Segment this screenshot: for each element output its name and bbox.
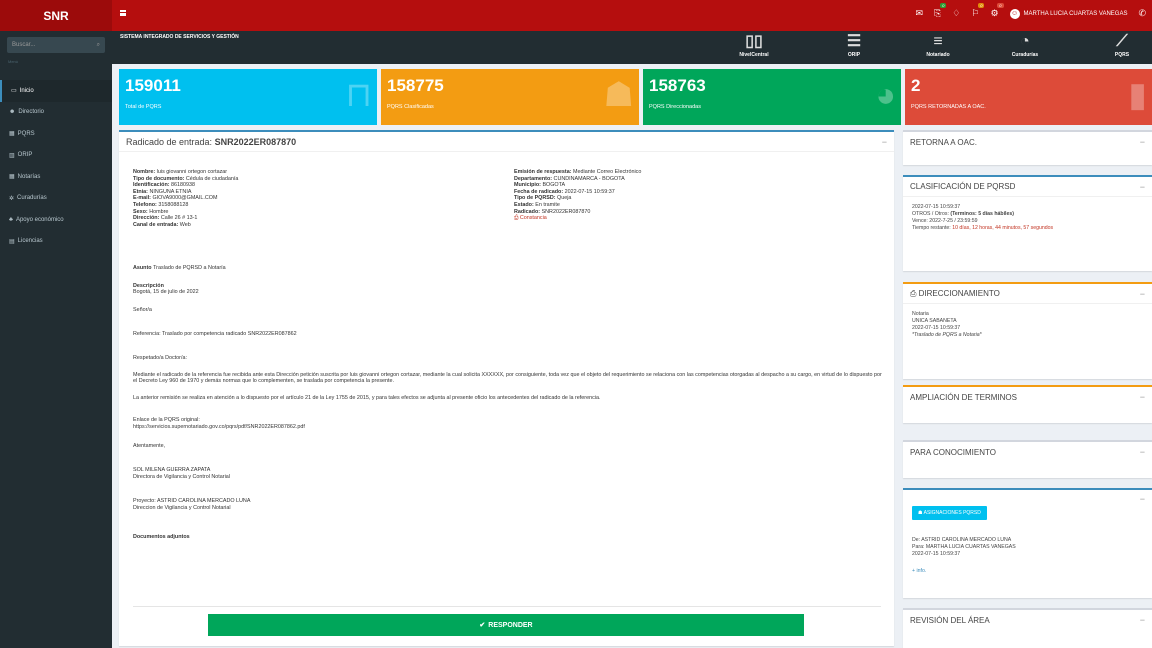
user-menu[interactable]: ☺ MARTHA LUCIA CUARTAS VANEGAS — [1009, 8, 1128, 19]
sidebar-search[interactable]: Buscar... ⌕ — [7, 37, 105, 53]
sidebar-item-directorio[interactable]: ☻ Directorio — [0, 102, 112, 124]
case-info: Emisión de respuesta: Mediante Correo El… — [514, 169, 874, 222]
cogs-icon: ✲ — [9, 195, 15, 202]
user-avatar-icon: ☺ — [1009, 8, 1020, 19]
asignaciones-button[interactable]: ☗ ASIGNACIONES PQRSD — [912, 506, 987, 520]
radicado-card: Radicado de entrada: SNR2022ER087870− No… — [119, 130, 894, 646]
handshake-icon: ♣ — [9, 216, 13, 223]
link-nivelcentral[interactable]: ▯▯ NivelCentral — [724, 32, 784, 58]
pie-chart-icon: ◔ — [1020, 33, 1030, 50]
check-icon: ✔ — [479, 622, 486, 629]
radicado-number: SNR2022ER087870 — [214, 136, 297, 147]
sidebar-item-curadurias[interactable]: ✲ Curadurías — [0, 188, 112, 210]
search-input[interactable]: Buscar... — [12, 42, 35, 48]
building-icon: ▥ — [9, 152, 15, 159]
sidebar-menu: ▭ Inicio ☻ Directorio ▦ PQRS ▥ ORIP ▦ Notaría… — [0, 80, 112, 252]
description-body: Asunto Traslado de PQRSD a Notaría Descr… — [133, 265, 883, 540]
radicado-header: Radicado de entrada: SNR2022ER087870− — [119, 132, 894, 152]
gear-icon[interactable]: ⚙ 0 — [990, 3, 1004, 19]
clasificacion-card: CLASIFICACIÓN DE PQRSD − 2022-07-15 10:59… — [903, 175, 1152, 271]
sidebar-item-pqrs[interactable]: ▦ PQRS — [0, 123, 112, 145]
stat-clasificadas[interactable]: 158775 PQRS Clasificadas ☗ — [381, 69, 639, 125]
gear-badge: 0 — [997, 3, 1004, 8]
sidebar-item-notarias[interactable]: ▦ Notarías — [0, 166, 112, 188]
sidebar-item-licencias[interactable]: ▤ Licencias — [0, 231, 112, 253]
more-info-link[interactable]: + info. — [912, 568, 1016, 575]
link-pqrs[interactable]: ⟋ PQRS — [1092, 32, 1152, 58]
asignaciones-card: − ☗ ASIGNACIONES PQRSD De: ASTRID CAROLI… — [903, 488, 1152, 598]
attachments-title: Documentos adjuntos — [133, 533, 190, 540]
link-orip[interactable]: ☰ ORIP — [824, 32, 884, 58]
constancia-link[interactable]: ⎙ Constancia — [514, 215, 874, 222]
app-logo[interactable]: SNR — [0, 0, 112, 31]
sidebar: Buscar... ⌕ Menú ▭ Inicio ☻ Directorio ▦ PQR… — [0, 31, 112, 648]
collapse-icon[interactable]: − — [1140, 137, 1145, 147]
responder-button[interactable]: ✔ RESPONDER — [208, 614, 804, 636]
flag-icon[interactable]: ⚐ 0 — [971, 3, 985, 19]
petitioner-info: Nombre: luis giovanni ortegon cortazar T… — [133, 169, 239, 228]
inbox-badge: 0 — [940, 3, 947, 8]
sidebar-item-orip[interactable]: ▥ ORIP — [0, 145, 112, 167]
collapse-icon[interactable]: − — [1140, 182, 1145, 192]
line-chart-icon: ⟋ — [1116, 33, 1128, 50]
bell-icon[interactable]: ♢ — [952, 8, 960, 19]
system-header: SISTEMA INTEGRADO DE SERVICIOS Y GESTIÓN… — [112, 31, 1152, 64]
printer-icon: ⎙ — [910, 288, 919, 298]
collapse-icon[interactable]: − — [1140, 289, 1145, 299]
link-notariado[interactable]: ≡ Notariado — [908, 32, 968, 58]
divider — [133, 606, 881, 607]
collapse-icon[interactable]: − — [1140, 494, 1145, 504]
user-plus-icon: ☗ — [603, 76, 634, 114]
shopping-bag-icon: ⊓ — [345, 76, 372, 114]
retorna-card: RETORNA A OAC. − — [903, 130, 1152, 165]
collapse-icon[interactable]: − — [1140, 392, 1145, 402]
table-icon: ▦ — [9, 174, 15, 181]
pqrs-original-link[interactable]: https://servicios.supernotariado.gov.co/… — [133, 424, 883, 431]
collapse-icon[interactable]: − — [1140, 447, 1145, 457]
description-title: Descripción — [133, 282, 164, 289]
collapse-icon[interactable]: − — [882, 137, 887, 147]
pie-chart-icon: ◕ — [875, 76, 896, 114]
direccionamiento-card: ⎙ DIRECCIONAMIENTO − Notaria UNICA SABANE… — [903, 282, 1152, 379]
users-icon: ☻ — [9, 109, 16, 116]
sidebar-item-apoyo[interactable]: ♣ Apoyo económico — [0, 209, 112, 231]
envelope-icon[interactable]: ✉ — [916, 8, 924, 19]
stat-total-pqrs[interactable]: 159011 Total de PQRS ⊓ — [119, 69, 377, 125]
laptop-icon: ▭ — [11, 88, 17, 95]
bar-chart-icon: ▮ — [1128, 76, 1147, 114]
system-title: SISTEMA INTEGRADO DE SERVICIOS Y GESTIÓN — [120, 34, 239, 40]
bar-chart-icon: ▯▯ — [745, 33, 763, 50]
stat-direccionadas[interactable]: 158763 PQRS Direccionadas ◕ — [643, 69, 901, 125]
table-icon: ▦ — [9, 131, 15, 138]
file-icon: ▤ — [9, 238, 15, 245]
sidebar-item-inicio[interactable]: ▭ Inicio — [0, 80, 112, 102]
search-icon[interactable]: ⌕ — [97, 42, 100, 49]
user-name: MARTHA LUCIA CUARTAS VANEGAS — [1023, 10, 1128, 17]
navbar-icons: ✉ ⎘ 0 ♢ ⚐ 0 ⚙ 0 ☺ MARTHA LUCIA CUARTAS VANEG… — [916, 3, 1146, 19]
top-navbar: SNR ✉ ⎘ 0 ♢ ⚐ 0 ⚙ 0 ☺ MARTHA LUCIA CUARTAS V… — [0, 0, 1152, 31]
revision-card: REVISIÓN DEL ÁREA − — [903, 608, 1152, 648]
conocimiento-card: PARA CONOCIMIENTO − — [903, 440, 1152, 478]
hierarchy-icon: ☰ — [846, 33, 862, 50]
flag-badge: 0 — [978, 3, 985, 8]
stat-retornadas[interactable]: 2 PQRS RETORNADAS A OAC. ▮ — [905, 69, 1152, 125]
phone-icon[interactable]: ✆ — [1138, 8, 1146, 19]
collapse-icon[interactable]: − — [1140, 615, 1145, 625]
link-curadurias[interactable]: ◔ Curadurías — [995, 32, 1055, 58]
menu-header: Menú — [8, 59, 19, 64]
menu-toggle-icon[interactable] — [120, 10, 126, 16]
inbox-icon[interactable]: ⎘ 0 — [934, 3, 947, 19]
list-icon: ≡ — [933, 33, 943, 50]
ampliacion-card: AMPLIACIÓN DE TERMINOS − — [903, 385, 1152, 423]
